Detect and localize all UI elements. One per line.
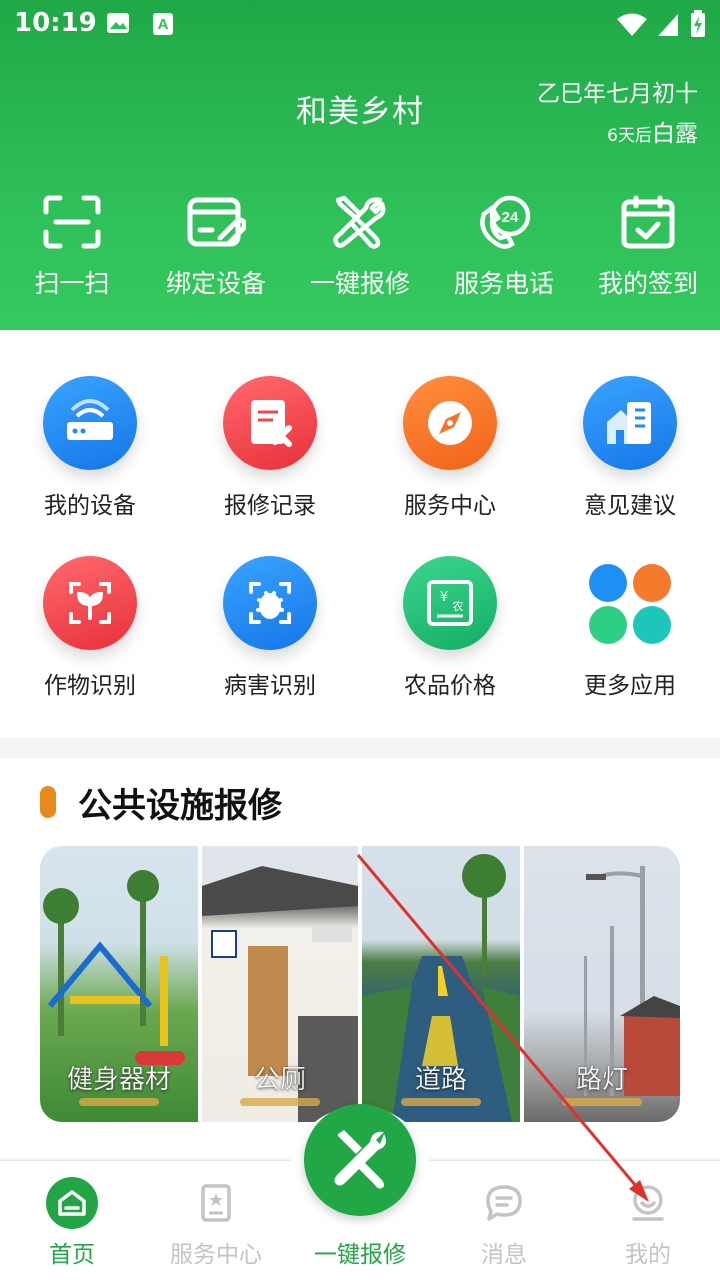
wifi-icon [617, 13, 647, 36]
quick-checkin-label: 我的签到 [597, 269, 698, 298]
quick-scan-label: 扫一扫 [34, 269, 110, 298]
public-facility-section: 公共设施报修 健身器材 公厕 道路 路灯 [0, 758, 720, 1158]
facility-label: 道路 [362, 1059, 520, 1106]
bind-device-icon [187, 197, 246, 247]
solar-term-name: 白露 [652, 121, 698, 147]
scan-icon [43, 195, 101, 249]
tab-label: 我的 [625, 1242, 671, 1268]
tab-label: 消息 [481, 1242, 527, 1268]
signal-icon [658, 14, 678, 36]
plant-scan-icon [69, 582, 111, 624]
svg-text:A: A [158, 16, 169, 33]
home-icon [46, 1177, 98, 1229]
tab-label: 首页 [49, 1242, 95, 1268]
svg-text:24: 24 [502, 209, 519, 226]
facility-label: 健身器材 [40, 1059, 198, 1106]
lunar-calendar: 乙巳年七月初十 6天后白露 [537, 74, 698, 148]
app-label: 作物识别 [44, 673, 136, 699]
repair-record-icon-badge [223, 376, 317, 470]
quick-phone-label: 服务电话 [453, 269, 554, 298]
app-label: 报修记录 [224, 493, 316, 519]
app-label: 意见建议 [584, 493, 676, 519]
repair-record-icon [251, 400, 292, 447]
battery-icon [691, 10, 705, 37]
bug-scan-icon [249, 582, 291, 624]
facility-road[interactable]: 道路 [362, 846, 520, 1122]
app-label: 服务中心 [404, 493, 496, 519]
quick-repair-label: 一键报修 [309, 269, 410, 298]
quick-checkin[interactable]: 我的签到 [576, 194, 720, 300]
app-crop-recognition[interactable]: 作物识别 [0, 556, 180, 700]
svg-text:¥: ¥ [440, 590, 448, 605]
profile-icon [632, 1185, 664, 1221]
plant-scan-icon-badge [43, 556, 137, 650]
facility-streetlight[interactable]: 路灯 [524, 846, 680, 1122]
calendar-check-icon [621, 195, 675, 249]
quick-repair[interactable]: 一键报修 [288, 194, 432, 300]
app-feedback[interactable]: 意见建议 [540, 376, 720, 520]
app-label: 更多应用 [584, 673, 676, 699]
facility-toilet[interactable]: 公厕 [202, 846, 358, 1122]
header-banner: 10:19 A 和美乡村 乙巳年七月初十 6天后白露 扫一扫 绑定设备 一键报修… [0, 0, 720, 330]
app-my-device[interactable]: 我的设备 [0, 376, 180, 520]
app-disease-recognition[interactable]: 病害识别 [180, 556, 360, 700]
repair-fab-button[interactable] [304, 1104, 416, 1216]
tab-label: 一键报修 [314, 1242, 406, 1268]
section-title: 公共设施报修 [78, 786, 282, 826]
svg-text:农: 农 [453, 599, 464, 613]
quick-service-phone[interactable]: 24 服务电话 [432, 194, 576, 300]
message-icon [486, 1185, 522, 1221]
tab-label: 服务中心 [170, 1242, 262, 1268]
bug-scan-icon-badge [223, 556, 317, 650]
app-service-center[interactable]: 服务中心 [360, 376, 540, 520]
gallery-icon [107, 13, 129, 33]
app-label: 我的设备 [44, 493, 136, 519]
quick-scan[interactable]: 扫一扫 [0, 194, 144, 300]
phone-24h-icon: 24 [480, 195, 531, 249]
building-icon-badge [583, 376, 677, 470]
more-apps-icon [583, 556, 677, 650]
app-repair-record[interactable]: 报修记录 [180, 376, 360, 520]
status-time: 10:19 [14, 8, 97, 38]
facility-label: 路灯 [524, 1059, 680, 1106]
repair-tools-icon [333, 195, 386, 249]
facility-label: 公厕 [202, 1059, 358, 1106]
building-icon [607, 402, 651, 444]
app-more[interactable]: 更多应用 [540, 556, 720, 700]
facility-banner: 健身器材 公厕 道路 路灯 [40, 846, 680, 1122]
app-label: 农品价格 [404, 673, 496, 699]
quick-actions: 扫一扫 绑定设备 一键报修 24 服务电话 我的签到 [0, 194, 720, 304]
lunar-date: 乙巳年七月初十 [537, 81, 698, 107]
solar-term-prefix: 6天后 [607, 126, 652, 146]
price-board-icon-badge: ¥ 农 [403, 556, 497, 650]
app-label: 病害识别 [224, 673, 316, 699]
quick-bind-device[interactable]: 绑定设备 [144, 194, 288, 300]
compass-icon [428, 401, 472, 445]
compass-icon-badge [403, 376, 497, 470]
facility-fitness[interactable]: 健身器材 [40, 846, 198, 1122]
router-icon-badge [43, 376, 137, 470]
app-produce-price[interactable]: ¥ 农 农品价格 [360, 556, 540, 700]
font-app-icon: A [153, 13, 173, 35]
service-center-icon [201, 1184, 231, 1222]
quick-bind-label: 绑定设备 [165, 269, 266, 298]
app-grid: 我的设备 报修记录 服务中心 意见建议 作物识别 病害识别 ¥ 农 农品价格 更… [0, 330, 720, 738]
solar-term-countdown: 6天后白露 [537, 114, 698, 148]
status-bar: 10:19 A [0, 0, 720, 50]
repair-tools-icon [334, 1130, 386, 1189]
price-board-icon: ¥ 农 [427, 580, 473, 626]
section-accent-bar [40, 786, 56, 818]
router-icon [67, 399, 113, 440]
